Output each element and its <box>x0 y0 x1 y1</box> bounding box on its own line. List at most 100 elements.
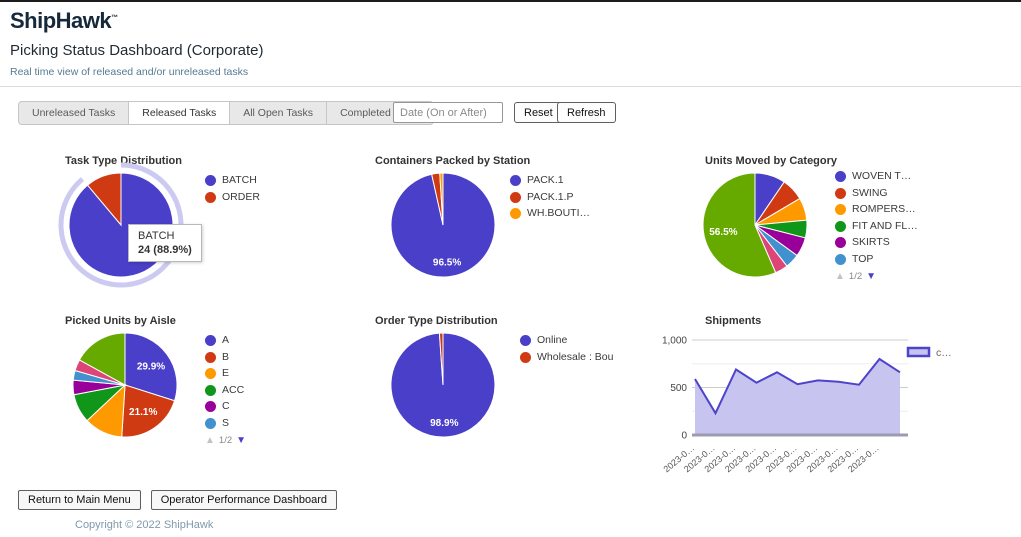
pie-svg: 96.5% <box>378 160 508 290</box>
y-axis-tick-label: 500 <box>670 383 687 394</box>
legend-item: A <box>205 334 305 347</box>
legend-swatch-icon <box>205 335 216 346</box>
refresh-button[interactable]: Refresh <box>557 102 616 123</box>
legend-pagination: ▲ 1/2 ▼ <box>835 271 935 282</box>
legend-item: WH.BOUTI… <box>510 207 610 220</box>
legend-swatch-icon <box>510 208 521 219</box>
chart-legend: Online Wholesale : Bou <box>520 334 620 367</box>
legend-label: PACK.1.P <box>527 191 574 204</box>
footer-buttons: Return to Main Menu Operator Performance… <box>18 490 337 510</box>
legend-label: WH.BOUTI… <box>527 207 590 220</box>
legend-item: PACK.1.P <box>510 191 610 204</box>
legend-label: PACK.1 <box>527 174 564 187</box>
legend-label: BATCH <box>222 174 257 187</box>
legend-swatch-icon <box>835 221 846 232</box>
slice-percentage-label: 98.9% <box>430 418 458 429</box>
chart-legend: WOVEN T… SWING ROMPERS… FIT AND FL… SKIRTS TO… <box>835 170 935 282</box>
legend-item: S <box>205 417 305 430</box>
legend-page-down-icon[interactable]: ▼ <box>236 435 246 446</box>
legend-item: SKIRTS <box>835 236 935 249</box>
legend-swatch-icon <box>205 175 216 186</box>
trademark-mark: ™ <box>111 15 118 22</box>
page-subtitle: Real time view of released and/or unrele… <box>10 66 248 78</box>
legend-swatch-icon <box>835 171 846 182</box>
tab-all-open-tasks[interactable]: All Open Tasks <box>230 102 327 124</box>
legend-page-down-icon[interactable]: ▼ <box>866 271 876 282</box>
legend-label: ACC <box>222 384 244 397</box>
legend-swatch-icon <box>205 418 216 429</box>
legend-item: TOP <box>835 253 935 266</box>
legend-page-up-icon[interactable]: ▲ <box>835 271 845 282</box>
area-svg: 05001,0002023-0…2023-0…2023-0…2023-0…202… <box>650 320 1021 475</box>
legend-item: C <box>205 400 305 413</box>
slice-percentage-label: 56.5% <box>709 227 737 238</box>
chart-containers-packed-by-station: Containers Packed by Station 96.5% PACK.… <box>360 152 690 310</box>
legend-pagination: ▲1/2▼ <box>205 435 305 446</box>
operator-performance-dashboard-button[interactable]: Operator Performance Dashboard <box>151 490 337 510</box>
date-filter-input[interactable] <box>393 102 503 123</box>
legend-label: E <box>222 367 229 380</box>
legend-item: ROMPERS… <box>835 203 935 216</box>
legend-swatch-icon <box>205 352 216 363</box>
chart-task-type-distribution: Task Type Distribution BATCHORDER BATCH … <box>50 152 380 310</box>
pie-chart-units-moved: 56.5% <box>690 160 820 290</box>
legend-swatch-icon <box>205 385 216 396</box>
legend-item: Wholesale : Bou <box>520 351 620 364</box>
return-to-main-menu-button[interactable]: Return to Main Menu <box>18 490 141 510</box>
legend-label: Online <box>537 334 567 347</box>
y-axis-tick-label: 1,000 <box>662 336 687 347</box>
legend-swatch-icon <box>205 368 216 379</box>
chart-legend: BATCH ORDER <box>205 174 305 207</box>
legend-item: Online <box>520 334 620 347</box>
legend-label: FIT AND FL… <box>852 220 918 233</box>
slice-percentage-label: 96.5% <box>433 258 461 269</box>
legend-label: SKIRTS <box>852 236 890 249</box>
legend-label: c… <box>936 347 952 359</box>
legend-swatch-icon <box>520 335 531 346</box>
legend-swatch-icon <box>835 237 846 248</box>
reset-button[interactable]: Reset <box>514 102 563 123</box>
slice-percentage-label: 21.1% <box>129 407 157 418</box>
legend-page-up-icon[interactable]: ▲ <box>205 435 215 446</box>
copyright-text: Copyright © 2022 ShipHawk <box>75 519 213 531</box>
legend-swatch-icon <box>205 401 216 412</box>
logo-text: ShipHawk <box>10 8 111 33</box>
legend-label: ROMPERS… <box>852 203 916 216</box>
legend-label: SWING <box>852 187 888 200</box>
header-divider <box>0 86 1021 87</box>
chart-legend: PACK.1 PACK.1.P WH.BOUTI… <box>510 174 610 224</box>
legend-item: ORDER <box>205 191 305 204</box>
legend-swatch-icon <box>510 192 521 203</box>
pie-svg: 56.5% <box>690 160 820 290</box>
legend-swatch-icon <box>835 188 846 199</box>
legend-label: WOVEN T… <box>852 170 911 183</box>
legend-page-indicator: 1/2 <box>849 271 862 282</box>
legend-swatch-icon <box>908 348 929 356</box>
legend-swatch-icon <box>205 192 216 203</box>
legend-item: FIT AND FL… <box>835 220 935 233</box>
legend-item: ACC <box>205 384 305 397</box>
pie-chart-picked-units: 29.9% 21.1% <box>60 320 190 450</box>
legend-label: C <box>222 400 230 413</box>
tooltip-value: 24 (88.9%) <box>138 244 192 256</box>
pie-chart-order-type: 98.9% <box>378 320 508 450</box>
chart-picked-units-by-aisle: Picked Units by Aisle 29.9%21.1% ABEACCC… <box>50 312 380 470</box>
legend-label: A <box>222 334 229 347</box>
pie-svg: 29.9% 21.1% <box>60 320 190 450</box>
tab-unreleased-tasks[interactable]: Unreleased Tasks <box>19 102 129 124</box>
tooltip-label: BATCH <box>138 230 192 242</box>
pie-svg: 98.9% <box>378 320 508 450</box>
area-chart-shipments: 05001,0002023-0…2023-0…2023-0…2023-0…202… <box>650 320 1021 480</box>
legend-swatch-icon <box>510 175 521 186</box>
legend-label: B <box>222 351 229 364</box>
legend-item: SWING <box>835 187 935 200</box>
legend-item: E <box>205 367 305 380</box>
chart-order-type-distribution: Order Type Distribution 98.9% OnlineWhol… <box>360 312 690 470</box>
legend-label: S <box>222 417 229 430</box>
tab-released-tasks[interactable]: Released Tasks <box>129 102 230 124</box>
legend-item: PACK.1 <box>510 174 610 187</box>
slice-percentage-label: 29.9% <box>137 362 165 373</box>
picking-status-dashboard: ShipHawk™ Picking Status Dashboard (Corp… <box>0 0 1021 537</box>
shiphawk-logo: ShipHawk™ <box>10 8 118 34</box>
legend-item: BATCH <box>205 174 305 187</box>
